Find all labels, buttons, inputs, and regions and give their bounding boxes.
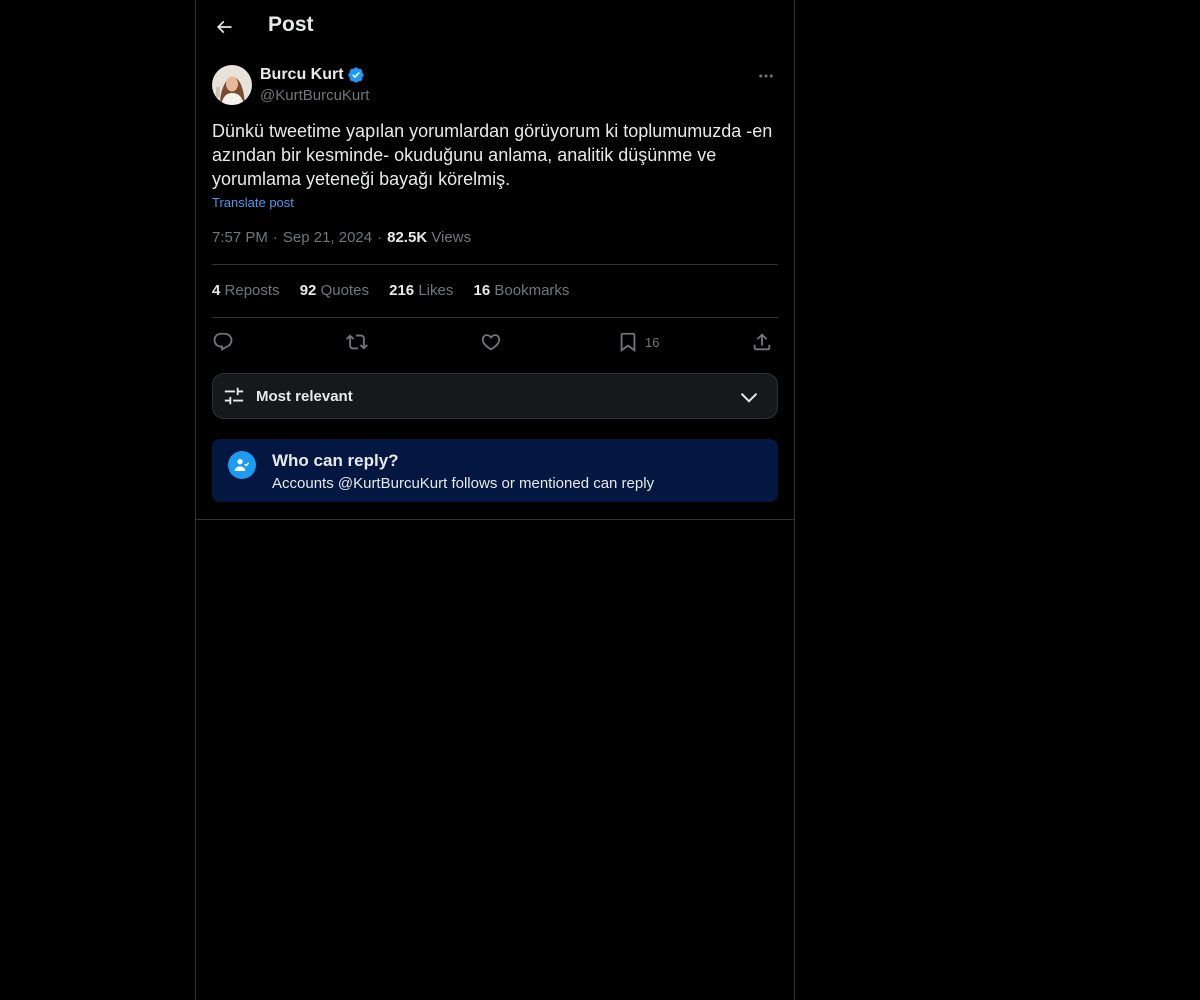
chevron-down-icon	[740, 392, 758, 403]
stat-quotes[interactable]: 92 Quotes	[300, 282, 369, 299]
reply-restriction-banner: Who can reply? Accounts @KurtBurcuKurt f…	[212, 439, 778, 502]
sort-label: Most relevant	[256, 388, 353, 405]
author-name[interactable]: Burcu Kurt	[260, 66, 365, 84]
stat-likes[interactable]: 216 Likes	[389, 282, 453, 299]
reply-restriction-subtitle: Accounts @KurtBurcuKurt follows or menti…	[272, 475, 655, 492]
reply-restriction-title: Who can reply?	[272, 451, 399, 470]
bookmark-button[interactable]: 16	[617, 327, 659, 357]
share-icon	[753, 333, 771, 351]
sliders-icon	[224, 387, 244, 405]
author-name-text: Burcu Kurt	[260, 66, 344, 83]
arrow-left-icon	[216, 20, 232, 34]
post-date[interactable]: Sep 21, 2024	[283, 229, 372, 246]
post-meta: 7:57 PM · Sep 21, 2024 · 82.5K Views	[212, 229, 471, 246]
user-check-icon	[228, 451, 256, 479]
post-time[interactable]: 7:57 PM	[212, 229, 268, 246]
more-horizontal-icon	[759, 74, 773, 78]
engagement-stats: 4 Reposts 92 Quotes 216 Likes 16 Bookmar…	[212, 282, 585, 299]
meta-separator: ·	[272, 229, 278, 246]
repost-button[interactable]	[346, 327, 368, 357]
author-row: Burcu Kurt @KurtBurcuKurt	[212, 64, 778, 108]
page-title: Post	[268, 13, 314, 36]
avatar-image	[212, 65, 252, 105]
post-column: Post Burcu Kurt @KurtBurcuKurt Dünkü twe…	[195, 0, 795, 1000]
bookmark-count: 16	[645, 334, 660, 350]
reply-sort-dropdown[interactable]: Most relevant	[212, 373, 778, 419]
action-bar: 16	[212, 327, 778, 357]
verified-badge-icon	[347, 66, 365, 84]
more-options-button[interactable]	[754, 64, 778, 88]
header: Post	[196, 0, 794, 54]
repost-icon	[346, 334, 368, 350]
author-handle[interactable]: @KurtBurcuKurt	[260, 87, 369, 104]
heart-icon	[481, 334, 501, 351]
divider	[212, 317, 778, 318]
like-button[interactable]	[480, 327, 502, 357]
stat-bookmarks[interactable]: 16 Bookmarks	[474, 282, 570, 299]
translate-post-link[interactable]: Translate post	[212, 195, 294, 210]
views-label: Views	[431, 229, 472, 246]
meta-separator: ·	[377, 229, 383, 246]
reply-icon	[213, 332, 233, 351]
back-button[interactable]	[208, 11, 240, 43]
divider	[196, 519, 794, 520]
share-button[interactable]	[751, 327, 773, 357]
stat-reposts[interactable]: 4 Reposts	[212, 282, 280, 299]
post-text: Dünkü tweetime yapılan yorumlardan görüy…	[212, 121, 773, 189]
divider	[212, 264, 778, 265]
views-count: 82.5K	[387, 229, 428, 246]
bookmark-icon	[620, 332, 636, 353]
avatar[interactable]	[212, 65, 252, 105]
reply-button[interactable]	[212, 327, 234, 357]
